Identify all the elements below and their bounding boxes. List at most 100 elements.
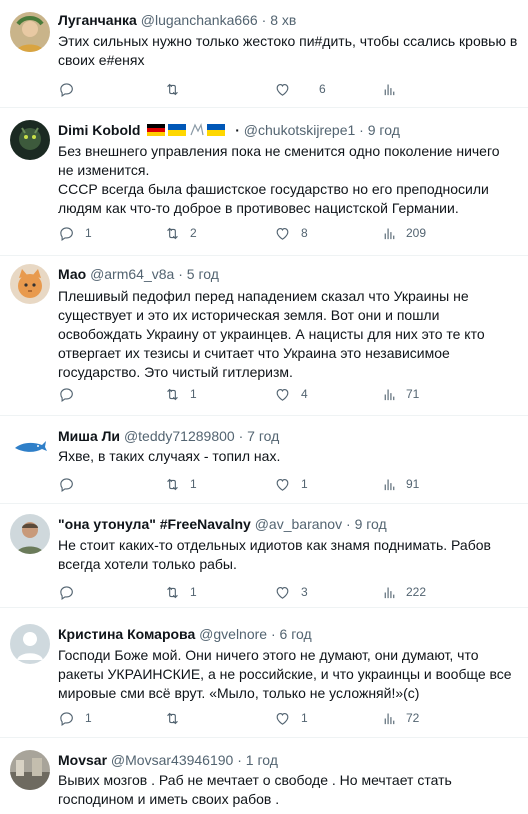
reply-count: 1 [85,226,92,240]
avatar[interactable] [10,624,50,664]
separator-dot: · [359,122,364,138]
like-count: 1 [301,711,308,725]
views-icon [381,476,398,493]
views-icon [381,710,398,727]
author-handle[interactable]: @gvelnore [199,626,267,642]
avatar[interactable] [10,514,50,554]
tweet-text: Господи Боже мой. Они ничего этого не ду… [58,647,516,701]
tweet-text: Плешивый педофил перед нападением сказал… [58,288,489,380]
author-name[interactable]: Кристина Комарова [58,626,195,642]
author-name[interactable]: Мао [58,266,86,282]
author-handle[interactable]: @Movsar43946190 [111,752,233,768]
tweet[interactable]: Dimi Kobold · @chukotskijrepe1 · 9 год Б… [0,108,528,256]
like-button[interactable]: 8 [274,223,308,243]
timestamp[interactable]: 1 год [246,752,278,768]
author-name[interactable]: Movsar [58,752,107,768]
tweet[interactable]: Миша Ли @teddy71289800 · 7 год Яхве, в т… [0,416,528,504]
avatar[interactable] [10,750,50,790]
timestamp[interactable]: 5 год [187,266,219,282]
views-button[interactable]: 71 [381,384,419,404]
avatar[interactable] [10,426,50,466]
views-button[interactable]: 91 [381,474,419,494]
retweet-icon [164,81,181,98]
reply-button[interactable] [58,474,83,494]
tweet-text: Яхве, в таких случаях - топил нах. [58,448,281,464]
reply-button[interactable]: 1 [58,223,92,243]
retweet-button[interactable]: 1 [164,474,197,494]
reply-icon [58,710,75,727]
reply-icon [58,476,75,493]
like-button[interactable]: 1 [274,474,308,494]
timestamp[interactable]: 7 год [247,428,279,444]
views-icon [381,584,398,601]
reply-button[interactable] [58,79,83,99]
author-handle[interactable]: @teddy71289800 [124,428,235,444]
avatar[interactable] [10,12,50,52]
retweet-icon [164,476,181,493]
author-handle[interactable]: @chukotskijrepe1 [244,122,356,138]
avatar[interactable] [10,120,50,160]
reply-count: 1 [85,711,92,725]
like-icon [274,584,291,601]
retweet-icon [164,386,181,403]
like-button[interactable]: 6 [274,79,326,99]
timestamp[interactable]: 6 год [280,626,312,642]
views-button[interactable]: 222 [381,582,426,602]
retweet-button[interactable] [164,79,189,99]
like-button[interactable]: 1 [274,708,308,728]
like-count: 1 [301,477,308,491]
retweet-button[interactable]: 1 [164,582,197,602]
timestamp[interactable]: 9 год [368,122,400,138]
tweet-text: Без внешнего управления пока не сменится… [58,143,500,216]
tweet[interactable]: Луганчанка @luganchanka666 · 8 хв Этих с… [0,0,528,108]
author-name[interactable]: Луганчанка [58,12,137,28]
avatar[interactable] [10,264,50,304]
separator-dot: · [237,752,242,768]
retweet-count: 1 [190,585,197,599]
author-name[interactable]: Dimi Kobold [58,122,140,138]
like-button[interactable]: 4 [274,384,308,404]
author-handle[interactable]: @luganchanka666 [141,12,258,28]
views-icon [381,225,398,242]
like-count: 6 [319,82,326,96]
author-name[interactable]: Миша Ли [58,428,120,444]
like-icon [274,81,291,98]
retweet-icon [164,584,181,601]
views-count: 71 [406,387,420,401]
retweet-count: 1 [190,477,197,491]
reply-button[interactable] [58,582,83,602]
views-button[interactable]: 209 [381,223,426,243]
retweet-button[interactable]: 2 [164,223,197,243]
views-button[interactable]: 72 [381,708,419,728]
author-handle[interactable]: @arm64_v8a [90,266,174,282]
retweet-button[interactable] [164,708,189,728]
views-icon [381,81,398,98]
author-handle[interactable]: @av_baranov [255,516,342,532]
separator-dot: · [238,428,244,444]
separator-dot: · [270,626,276,642]
retweet-count: 2 [190,226,197,240]
reply-icon [58,584,75,601]
like-button[interactable]: 3 [274,582,308,602]
tweet[interactable]: Мао @arm64_v8a · 5 год Плешивый педофил … [0,256,528,416]
separator-dot: · [346,516,351,532]
timestamp[interactable]: 8 хв [270,12,296,28]
reply-icon [58,225,75,242]
views-button[interactable] [381,79,406,99]
like-icon [274,476,291,493]
author-name[interactable]: "она утонула" #FreeNavalny [58,516,251,532]
tweet[interactable]: Movsar @Movsar43946190 · 1 год Вывих моз… [0,738,528,814]
tweet[interactable]: Кристина Комарова @gvelnore · 6 год Госп… [0,608,528,738]
like-count: 3 [301,585,308,599]
like-icon [274,225,291,242]
tweet-text: Не стоит каких-то отдельных идиотов как … [58,537,495,572]
retweet-button[interactable]: 1 [164,384,197,404]
timestamp[interactable]: 9 год [355,516,387,532]
tweet-text: Вывих мозгов . Раб не мечтает о свободе … [58,772,456,807]
tweet[interactable]: "она утонула" #FreeNavalny @av_baranov ·… [0,504,528,608]
separator-dot: · [178,266,183,282]
reply-button[interactable]: 1 [58,708,92,728]
tweet-text: Этих сильных нужно только жестоко пи#дит… [58,33,522,68]
reply-button[interactable] [58,384,83,404]
like-icon [274,710,291,727]
